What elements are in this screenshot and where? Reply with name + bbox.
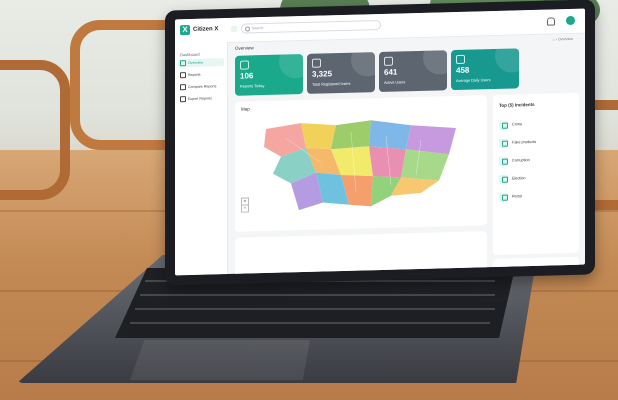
- export-icon: [180, 96, 186, 103]
- product-icon: [499, 138, 508, 148]
- lower-right-panel: [493, 256, 579, 272]
- compare-icon: [180, 84, 186, 91]
- stat-card-reports-today[interactable]: 106 Reports Today: [235, 54, 303, 96]
- map-title: Map: [241, 106, 250, 112]
- sidebar-section-label: Dashboard: [180, 51, 200, 58]
- stat-label: Reports Today: [240, 84, 265, 89]
- sidebar-item-export-reports[interactable]: Export Reports: [178, 94, 224, 103]
- sidebar-item-label: Compare Reports: [188, 84, 217, 90]
- map-panel: Map + −: [235, 95, 487, 232]
- chair-left: [0, 60, 70, 200]
- menu-toggle-icon[interactable]: [231, 25, 237, 32]
- laptop-trackpad: [130, 340, 310, 380]
- incident-label: Crime: [512, 122, 523, 127]
- stat-label: Active Users: [384, 80, 406, 85]
- page-title: Overview: [235, 45, 254, 51]
- laptop-screen: X Citizen X Dashboard Overview Reports C…: [175, 8, 585, 276]
- stat-value: 641: [384, 67, 398, 77]
- crime-icon: [499, 120, 508, 130]
- report-icon: [180, 72, 186, 79]
- app-name: Citizen X: [193, 26, 219, 33]
- incident-item-crime[interactable]: Crime: [499, 115, 573, 133]
- lower-panel: [235, 231, 487, 276]
- fuel-icon: [499, 192, 508, 202]
- document-icon: [240, 60, 249, 70]
- region-map[interactable]: [261, 114, 461, 219]
- avatar[interactable]: [566, 15, 575, 26]
- sidebar-item-reports[interactable]: Reports: [178, 70, 224, 79]
- stat-card-daily-users[interactable]: 458 Average Daily Users: [451, 48, 519, 91]
- stat-label: Average Daily Users: [456, 78, 491, 84]
- stat-card-active-users[interactable]: 641 Active Users: [379, 50, 447, 93]
- map-region: [301, 123, 336, 150]
- incident-item-petrol[interactable]: Petrol: [499, 187, 573, 205]
- map-region: [369, 120, 411, 150]
- sidebar-item-label: Export Reports: [188, 96, 212, 102]
- breadcrumb[interactable]: ⌂ › Overview: [553, 37, 573, 42]
- grid-icon: [180, 60, 186, 67]
- sidebar-item-label: Overview: [188, 60, 203, 66]
- search-placeholder: Search: [252, 26, 264, 31]
- users-icon: [312, 58, 321, 68]
- incident-label: Election: [512, 176, 526, 181]
- sidebar-item-overview[interactable]: Overview: [178, 58, 224, 68]
- stat-label: Total Registered Users: [312, 81, 351, 87]
- election-icon: [499, 174, 508, 184]
- photo-scene: X Citizen X Dashboard Overview Reports C…: [0, 0, 618, 400]
- stat-value: 106: [240, 71, 254, 81]
- search-input[interactable]: Search: [241, 19, 381, 34]
- incidents-title: Top (5) Incidents: [499, 101, 535, 108]
- top-incidents-panel: Top (5) Incidents Crime Fake products Co…: [493, 92, 579, 256]
- incident-label: Petrol: [512, 194, 522, 199]
- corruption-icon: [499, 156, 508, 166]
- stat-card-total-users[interactable]: 3,325 Total Registered Users: [307, 52, 375, 94]
- app-logo[interactable]: X Citizen X: [180, 24, 219, 36]
- breadcrumb-current: Overview: [558, 36, 573, 42]
- sidebar-item-label: Reports: [188, 72, 201, 78]
- sidebar: X Citizen X Dashboard Overview Reports C…: [175, 17, 228, 276]
- stat-value: 3,325: [312, 69, 333, 79]
- incident-label: Fake products: [512, 139, 537, 145]
- zoom-out-button[interactable]: −: [241, 204, 249, 213]
- logo-icon: X: [180, 24, 190, 36]
- search-icon: [245, 25, 250, 32]
- phone-icon: [456, 54, 465, 65]
- bell-icon[interactable]: [547, 17, 555, 26]
- user-icon: [384, 56, 393, 66]
- top-bar: Search: [227, 8, 585, 44]
- incident-label: Corruption: [512, 158, 530, 163]
- incident-item-corruption[interactable]: Corruption: [499, 151, 573, 169]
- incident-item-fake-products[interactable]: Fake products: [499, 133, 573, 151]
- stat-value: 458: [456, 65, 470, 76]
- laptop-lid: X Citizen X Dashboard Overview Reports C…: [165, 0, 595, 286]
- map-region: [331, 120, 371, 150]
- sidebar-item-compare-reports[interactable]: Compare Reports: [178, 82, 224, 91]
- incident-item-election[interactable]: Election: [499, 169, 573, 187]
